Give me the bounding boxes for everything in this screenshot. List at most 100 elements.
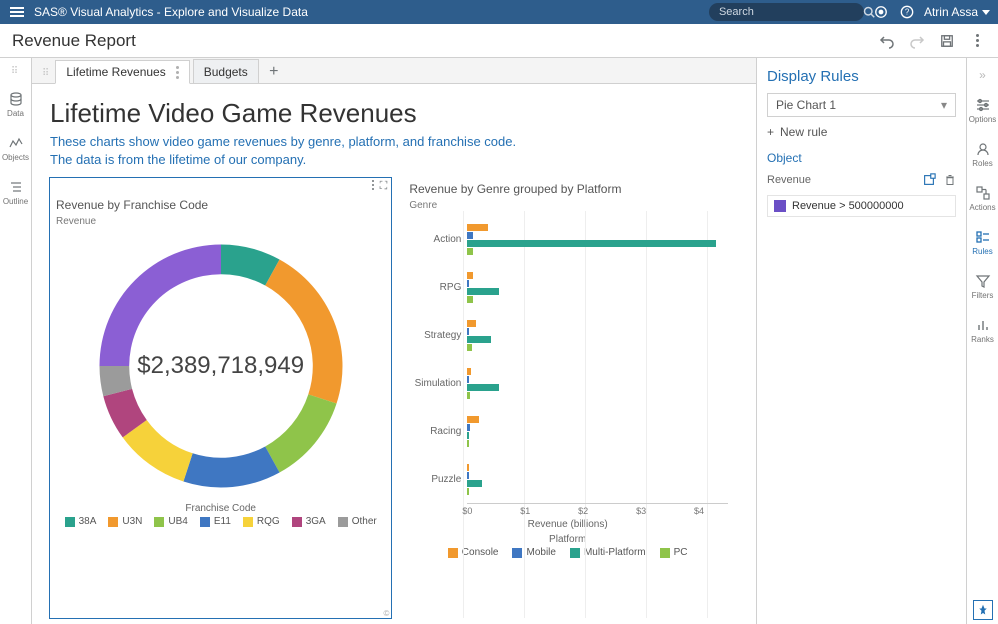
legend-item[interactable]: Other: [338, 516, 377, 527]
bar-segment[interactable]: [467, 296, 473, 303]
bar-chart[interactable]: ActionRPGStrategySimulationRacingPuzzle …: [403, 211, 738, 618]
rail-label: Rules: [972, 247, 992, 256]
bar-segment[interactable]: [467, 272, 473, 279]
tab-label: Lifetime Revenues: [66, 65, 165, 79]
pin-button[interactable]: [973, 600, 993, 620]
bar-segment[interactable]: [467, 440, 469, 447]
rule-measure-row: Revenue: [767, 173, 956, 187]
right-rail-filters[interactable]: Filters: [967, 264, 998, 308]
bar-segment[interactable]: [467, 344, 472, 351]
legend-item[interactable]: E11: [200, 516, 231, 527]
bar-segment[interactable]: [467, 224, 487, 231]
legend-item[interactable]: RQG: [243, 516, 280, 527]
collapse-rail[interactable]: »: [979, 62, 986, 88]
left-rail-objects[interactable]: Objects: [0, 127, 31, 169]
bar-segment[interactable]: [467, 472, 468, 479]
overflow-menu[interactable]: [968, 32, 986, 50]
bar-chart-card[interactable]: Revenue by Genre grouped by Platform Gen…: [403, 178, 738, 618]
legend-item[interactable]: PC: [660, 547, 688, 558]
legend-item[interactable]: U3N: [108, 516, 142, 527]
bar-row: Action: [407, 215, 728, 263]
right-rail-roles[interactable]: Roles: [967, 132, 998, 176]
save-button[interactable]: [938, 32, 956, 50]
chart-menu-icon[interactable]: [372, 180, 374, 196]
bar-segment[interactable]: [467, 328, 469, 335]
undo-button[interactable]: [878, 32, 896, 50]
help-icon[interactable]: ?: [898, 3, 916, 21]
new-rule-label: New rule: [780, 125, 827, 139]
bar-segment[interactable]: [467, 384, 499, 391]
left-rail-label: Data: [7, 109, 24, 118]
rule-item[interactable]: Revenue > 500000000: [767, 195, 956, 217]
hamburger-menu[interactable]: [8, 5, 26, 19]
delete-rule-icon[interactable]: [944, 173, 956, 187]
search-input[interactable]: [717, 5, 863, 19]
bar-segment[interactable]: [467, 392, 470, 399]
bar-segment[interactable]: [467, 240, 716, 247]
bar-row: Strategy: [407, 311, 728, 359]
category-label: Simulation: [407, 378, 467, 389]
bar-segment[interactable]: [467, 424, 470, 431]
legend-item[interactable]: 3GA: [292, 516, 326, 527]
rail-label: Filters: [972, 291, 994, 300]
bar-segment[interactable]: [467, 288, 499, 295]
right-rail-options[interactable]: Options: [967, 88, 998, 132]
right-rail-rules[interactable]: Rules: [967, 220, 998, 264]
user-menu[interactable]: Atrin Assa: [924, 5, 990, 19]
bar-segment[interactable]: [467, 464, 469, 471]
bar-segment[interactable]: [467, 336, 490, 343]
right-rail-ranks[interactable]: Ranks: [967, 308, 998, 352]
page-body: Lifetime Video Game Revenues These chart…: [32, 84, 756, 624]
global-search[interactable]: [709, 3, 864, 21]
legend-item[interactable]: Multi-Platform: [570, 547, 646, 558]
page-subtitle: These charts show video game revenues by…: [50, 133, 738, 168]
bar-segment[interactable]: [467, 432, 469, 439]
bar-segment[interactable]: [467, 416, 479, 423]
user-name-label: Atrin Assa: [924, 5, 978, 19]
rail-drag-handle[interactable]: ⠿: [11, 62, 20, 81]
legend-item[interactable]: Console: [448, 547, 499, 558]
chart-title: Revenue by Franchise Code: [50, 198, 391, 216]
svg-text:?: ?: [905, 8, 910, 17]
left-rail-outline[interactable]: Outline: [0, 171, 31, 213]
expand-icon[interactable]: ⛶: [380, 180, 388, 196]
bar-segment[interactable]: [467, 248, 473, 255]
bar-segment[interactable]: [467, 320, 476, 327]
report-title: Revenue Report: [12, 31, 136, 51]
tab-label: Budgets: [204, 65, 248, 79]
legend-item[interactable]: UB4: [154, 516, 187, 527]
home-icon[interactable]: [872, 3, 890, 21]
left-rail: ⠿ Data Objects Outline: [0, 58, 32, 624]
rule-color-swatch: [774, 200, 786, 212]
bar-segment[interactable]: [467, 368, 471, 375]
tab-budgets[interactable]: Budgets: [193, 59, 259, 83]
bar-segment[interactable]: [467, 488, 469, 495]
tab-strip: ⠿ Lifetime Revenues Budgets +: [32, 58, 756, 84]
new-rule-button[interactable]: + New rule: [767, 125, 956, 139]
pie-chart-card[interactable]: ⛶ Revenue by Franchise Code Revenue $2,3…: [50, 178, 391, 618]
tab-menu-icon[interactable]: [176, 66, 179, 79]
edit-rule-icon[interactable]: [922, 173, 936, 187]
rail-label: Ranks: [971, 335, 994, 344]
bar-segment[interactable]: [467, 480, 481, 487]
right-rail-actions[interactable]: Actions: [967, 176, 998, 220]
tab-lifetime-revenues[interactable]: Lifetime Revenues: [55, 60, 189, 84]
report-canvas: ⠿ Lifetime Revenues Budgets + Lifetime V…: [32, 58, 756, 624]
bar-segment[interactable]: [467, 280, 468, 287]
legend-item[interactable]: 38A: [65, 516, 97, 527]
bar-segment[interactable]: [467, 232, 473, 239]
category-label: Puzzle: [407, 474, 467, 485]
top-bar: SAS® Visual Analytics - Explore and Visu…: [0, 0, 998, 24]
object-selector[interactable]: Pie Chart 1 ▾: [767, 93, 956, 117]
legend-item[interactable]: Mobile: [512, 547, 555, 558]
left-rail-data[interactable]: Data: [0, 83, 31, 125]
platform-legend: Console Mobile Multi-Platform PC: [407, 547, 728, 558]
category-label: RPG: [407, 282, 467, 293]
tab-detach-handle[interactable]: ⠿: [38, 68, 55, 83]
chart-title: Revenue by Genre grouped by Platform: [403, 178, 738, 200]
donut-chart[interactable]: $2,389,718,949: [86, 231, 356, 501]
redo-button: [908, 32, 926, 50]
rail-label: Roles: [972, 159, 992, 168]
add-tab-button[interactable]: +: [262, 61, 286, 83]
bar-segment[interactable]: [467, 376, 469, 383]
